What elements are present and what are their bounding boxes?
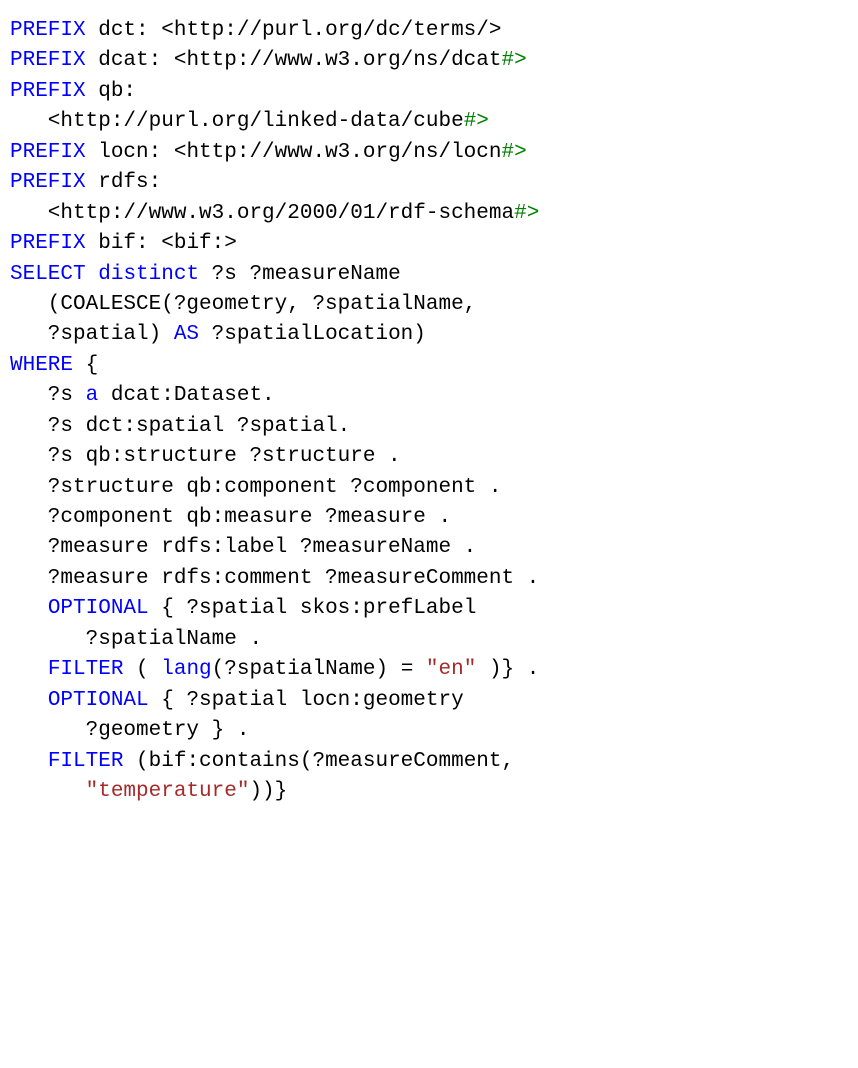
code-line: PREFIX qb:: [10, 80, 136, 103]
code-token: PREFIX: [10, 232, 86, 255]
code-token: OPTIONAL: [48, 689, 149, 712]
code-line: WHERE {: [10, 354, 98, 377]
code-token: dct: <http://purl.org/dc/terms/>: [86, 19, 502, 42]
code-token: ?spatialName .: [10, 628, 262, 651]
code-token: ?spatialLocation): [199, 323, 426, 346]
code-token: ))}: [249, 780, 287, 803]
code-token: PREFIX: [10, 141, 86, 164]
code-line: ?s dct:spatial ?spatial.: [10, 415, 350, 438]
code-token: SELECT: [10, 263, 86, 286]
code-token: ?s dct:spatial ?spatial.: [10, 415, 350, 438]
code-line: FILTER (bif:contains(?measureComment,: [10, 750, 514, 773]
code-token: )} .: [476, 658, 539, 681]
code-line: PREFIX dcat: <http://www.w3.org/ns/dcat#…: [10, 49, 527, 72]
code-line: "temperature"))}: [10, 780, 287, 803]
code-token: [10, 689, 48, 712]
code-token: FILTER: [48, 750, 124, 773]
code-token: a: [86, 384, 99, 407]
code-token: (: [123, 658, 161, 681]
code-token: #>: [502, 49, 527, 72]
code-token: #>: [464, 110, 489, 133]
code-line: (COALESCE(?geometry, ?spatialName,: [10, 293, 476, 316]
code-line: PREFIX bif: <bif:>: [10, 232, 237, 255]
code-token: lang: [161, 658, 211, 681]
code-token: (bif:contains(?measureComment,: [123, 750, 514, 773]
code-token: dcat:Dataset.: [98, 384, 274, 407]
code-line: ?measure rdfs:comment ?measureComment .: [10, 567, 539, 590]
code-token: "temperature": [86, 780, 250, 803]
code-line: SELECT distinct ?s ?measureName: [10, 263, 401, 286]
code-token: <http://www.w3.org/2000/01/rdf-schema: [10, 202, 514, 225]
code-token: FILTER: [48, 658, 124, 681]
code-line: ?s a dcat:Dataset.: [10, 384, 275, 407]
code-token: [86, 263, 99, 286]
code-token: OPTIONAL: [48, 597, 149, 620]
code-token: (?spatialName) =: [212, 658, 426, 681]
code-token: bif: <bif:>: [86, 232, 237, 255]
code-token: distinct: [98, 263, 199, 286]
code-token: #>: [502, 141, 527, 164]
code-line: <http://www.w3.org/2000/01/rdf-schema#>: [10, 202, 539, 225]
sparql-code-block: PREFIX dct: <http://purl.org/dc/terms/> …: [0, 0, 858, 823]
code-line: OPTIONAL { ?spatial locn:geometry: [10, 689, 464, 712]
code-token: WHERE: [10, 354, 73, 377]
code-token: ?measure rdfs:label ?measureName .: [10, 536, 476, 559]
code-token: #>: [514, 202, 539, 225]
code-token: AS: [174, 323, 199, 346]
code-token: ?measure rdfs:comment ?measureComment .: [10, 567, 539, 590]
code-token: dcat: <http://www.w3.org/ns/dcat: [86, 49, 502, 72]
code-token: { ?spatial skos:prefLabel: [149, 597, 477, 620]
code-token: <http://purl.org/linked-data/cube: [10, 110, 464, 133]
code-line: ?spatial) AS ?spatialLocation): [10, 323, 426, 346]
code-line: ?geometry } .: [10, 719, 249, 742]
code-token: qb:: [86, 80, 136, 103]
code-token: PREFIX: [10, 19, 86, 42]
code-token: (COALESCE(?geometry, ?spatialName,: [10, 293, 476, 316]
code-token: {: [73, 354, 98, 377]
code-line: ?measure rdfs:label ?measureName .: [10, 536, 476, 559]
code-token: [10, 750, 48, 773]
code-line: FILTER ( lang(?spatialName) = "en" )} .: [10, 658, 539, 681]
code-token: { ?spatial locn:geometry: [149, 689, 464, 712]
code-token: ?s ?measureName: [199, 263, 401, 286]
code-token: ?spatial): [10, 323, 174, 346]
code-token: PREFIX: [10, 49, 86, 72]
code-token: PREFIX: [10, 171, 86, 194]
code-line: ?s qb:structure ?structure .: [10, 445, 401, 468]
code-line: PREFIX locn: <http://www.w3.org/ns/locn#…: [10, 141, 527, 164]
code-token: ?component qb:measure ?measure .: [10, 506, 451, 529]
code-token: PREFIX: [10, 80, 86, 103]
code-token: locn: <http://www.w3.org/ns/locn: [86, 141, 502, 164]
code-token: rdfs:: [86, 171, 162, 194]
code-token: [10, 597, 48, 620]
code-token: "en": [426, 658, 476, 681]
code-token: [10, 658, 48, 681]
code-token: ?s: [10, 384, 86, 407]
code-line: PREFIX rdfs:: [10, 171, 161, 194]
code-line: ?spatialName .: [10, 628, 262, 651]
code-token: ?s qb:structure ?structure .: [10, 445, 401, 468]
code-token: [10, 780, 86, 803]
code-line: ?structure qb:component ?component .: [10, 476, 501, 499]
code-line: PREFIX dct: <http://purl.org/dc/terms/>: [10, 19, 502, 42]
code-line: <http://purl.org/linked-data/cube#>: [10, 110, 489, 133]
code-token: ?geometry } .: [10, 719, 249, 742]
code-token: ?structure qb:component ?component .: [10, 476, 501, 499]
code-line: ?component qb:measure ?measure .: [10, 506, 451, 529]
code-line: OPTIONAL { ?spatial skos:prefLabel: [10, 597, 476, 620]
